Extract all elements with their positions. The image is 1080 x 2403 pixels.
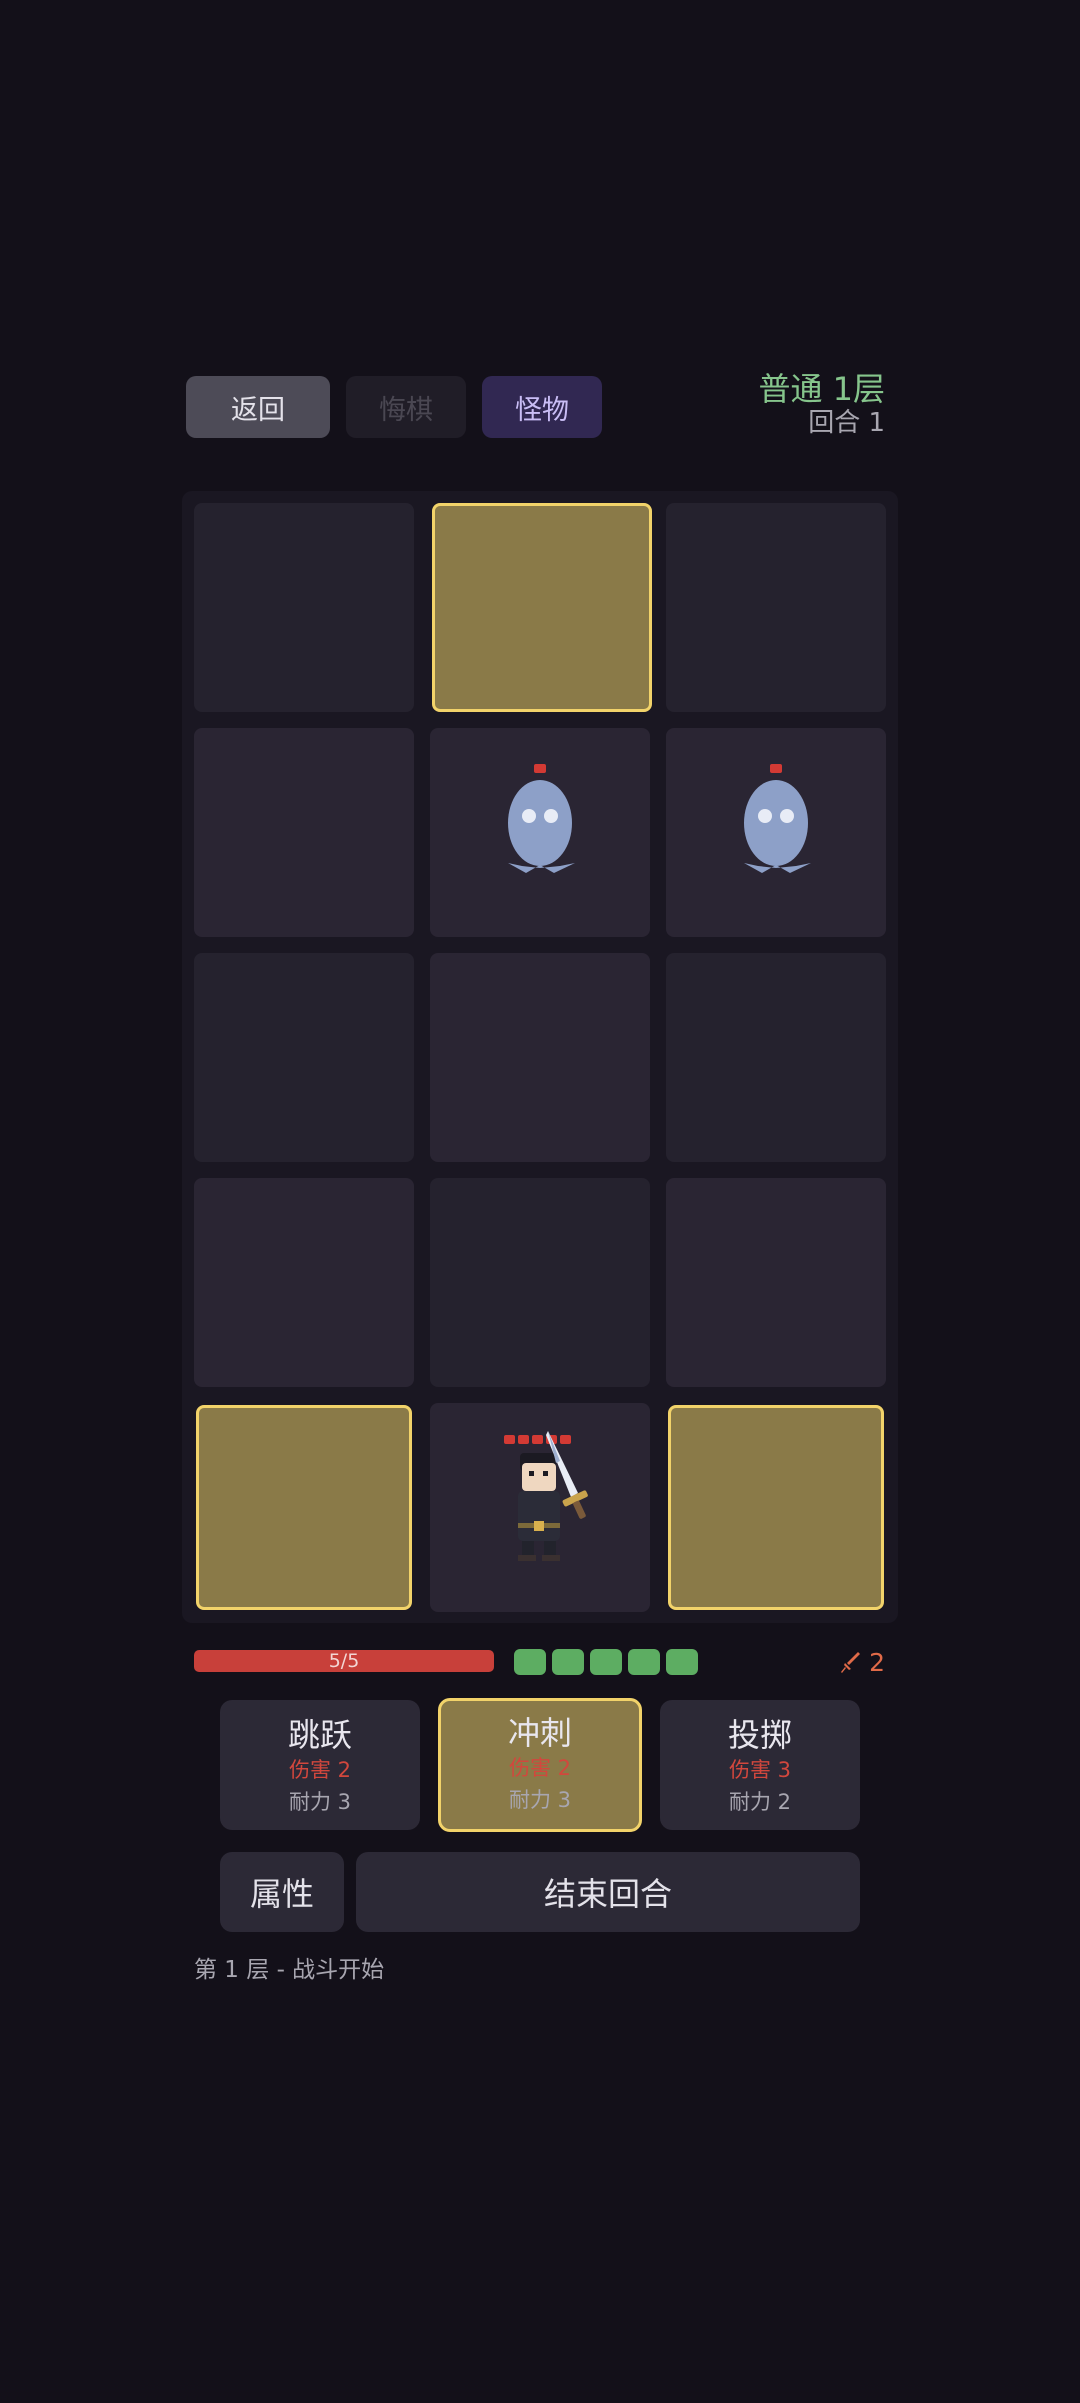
board-cell-highlighted[interactable] bbox=[196, 1405, 412, 1610]
skill-card-jump[interactable]: 跳跃 伤害 2 耐力 3 bbox=[220, 1700, 420, 1830]
stamina-pip bbox=[590, 1649, 622, 1675]
card-stamina-cost: 耐力 3 bbox=[288, 1790, 352, 1814]
board-cell-monster[interactable] bbox=[666, 728, 886, 937]
player-hp-pip bbox=[532, 1435, 543, 1444]
card-damage: 伤害 3 bbox=[728, 1758, 792, 1782]
card-damage: 伤害 2 bbox=[288, 1758, 352, 1782]
board-cell-player[interactable] bbox=[430, 1403, 650, 1612]
battle-log: 第 1 层 - 战斗开始 bbox=[194, 1957, 385, 1983]
ghost-enemy-icon bbox=[744, 764, 811, 873]
board-cell[interactable] bbox=[430, 1178, 650, 1387]
attack-value: 2 bbox=[869, 1648, 885, 1677]
player-hp-pip bbox=[504, 1435, 515, 1444]
board-cell[interactable] bbox=[666, 503, 886, 712]
board-cell[interactable] bbox=[194, 953, 414, 1162]
board-cell-highlighted[interactable] bbox=[432, 503, 652, 712]
card-stamina-cost: 耐力 2 bbox=[728, 1790, 792, 1814]
board-cell[interactable] bbox=[666, 1178, 886, 1387]
board-cell-monster[interactable] bbox=[430, 728, 650, 937]
monster-button[interactable]: 怪物 bbox=[482, 376, 602, 438]
card-name: 冲刺 bbox=[507, 1714, 572, 1752]
monster-hp-pip bbox=[534, 764, 546, 773]
stamina-pip bbox=[628, 1649, 660, 1675]
card-name: 投掷 bbox=[727, 1716, 792, 1754]
board-cell[interactable] bbox=[194, 728, 414, 937]
card-name: 跳跃 bbox=[287, 1716, 352, 1754]
player-hp-pip bbox=[560, 1435, 571, 1444]
stamina-pip bbox=[514, 1649, 546, 1675]
board-cell[interactable] bbox=[430, 953, 650, 1162]
monster-hp-pip bbox=[770, 764, 782, 773]
skill-card-dash[interactable]: 冲刺 伤害 2 耐力 3 bbox=[438, 1698, 642, 1832]
attributes-button[interactable]: 属性 bbox=[220, 1852, 344, 1932]
attack-stat: 2 bbox=[839, 1648, 885, 1677]
turn-counter: 回合 1 bbox=[808, 408, 885, 438]
board-cell[interactable] bbox=[666, 953, 886, 1162]
hp-text: 5/5 bbox=[328, 1650, 360, 1672]
sword-icon bbox=[841, 1651, 861, 1673]
hp-bar: 5/5 bbox=[194, 1650, 494, 1672]
ghost-enemy-icon bbox=[508, 764, 575, 873]
card-damage: 伤害 2 bbox=[508, 1756, 572, 1780]
stamina-pip bbox=[552, 1649, 584, 1675]
stamina-pip bbox=[666, 1649, 698, 1675]
game-board bbox=[182, 491, 898, 1623]
player-hp-pip bbox=[518, 1435, 529, 1444]
back-button[interactable]: 返回 bbox=[186, 376, 330, 438]
end-turn-button[interactable]: 结束回合 bbox=[356, 1852, 860, 1932]
card-stamina-cost: 耐力 3 bbox=[508, 1788, 572, 1812]
undo-button[interactable]: 悔棋 bbox=[346, 376, 466, 438]
board-cell[interactable] bbox=[194, 1178, 414, 1387]
skill-card-throw[interactable]: 投掷 伤害 3 耐力 2 bbox=[660, 1700, 860, 1830]
board-cell-highlighted[interactable] bbox=[668, 1405, 884, 1610]
board-cell[interactable] bbox=[194, 503, 414, 712]
swordsman-player-icon bbox=[504, 1431, 588, 1561]
